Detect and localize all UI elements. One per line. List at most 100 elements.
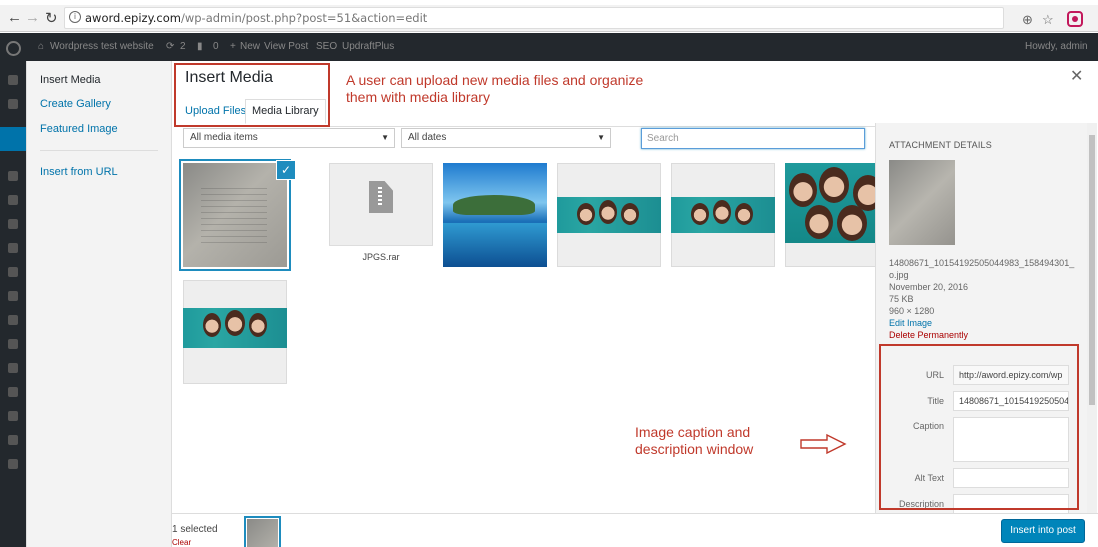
- settings-icon[interactable]: [8, 315, 18, 325]
- checkmark-icon[interactable]: ✓: [277, 161, 295, 179]
- menu-insert-media[interactable]: Insert Media: [40, 74, 101, 86]
- photo-face: [203, 313, 221, 337]
- menu-insert-from-url[interactable]: Insert from URL: [40, 166, 118, 178]
- media-type-filter-value: All media items: [190, 132, 258, 143]
- posts-icon[interactable]: [8, 99, 18, 109]
- collapse-menu-icon[interactable]: [8, 363, 18, 373]
- media-frame-menu: Insert Media Create Gallery Featured Ima…: [27, 61, 172, 547]
- photo-face: [225, 310, 245, 336]
- seo-menu-icon[interactable]: [8, 339, 18, 349]
- new-plus-icon[interactable]: +: [230, 41, 236, 52]
- attachment-thumbnail: [443, 163, 547, 267]
- url-path: /wp-admin/post.php?post=51&action=edit: [180, 11, 428, 25]
- comments-count[interactable]: 0: [213, 41, 219, 52]
- bookmark-star-icon[interactable]: ☆: [1042, 12, 1054, 28]
- back-icon[interactable]: ←: [7, 9, 22, 26]
- plugins-icon[interactable]: [8, 243, 18, 253]
- menu-featured-image[interactable]: Featured Image: [40, 123, 118, 135]
- wordpress-logo-icon[interactable]: [6, 41, 21, 56]
- updates-icon[interactable]: ⟳: [166, 41, 174, 52]
- photo-face: [599, 200, 617, 224]
- sidebar-scrollbar[interactable]: [1087, 123, 1097, 513]
- pages-icon[interactable]: [8, 171, 18, 181]
- chevron-down-icon: ▼: [381, 133, 389, 142]
- date-filter[interactable]: All dates ▼: [401, 128, 611, 148]
- view-post-link[interactable]: View Post: [264, 41, 308, 52]
- media-modal: Insert Media Create Gallery Featured Ima…: [26, 61, 1098, 547]
- menu-separator: [40, 150, 158, 151]
- photo-face: [577, 203, 595, 225]
- photo-face: [735, 203, 753, 225]
- clear-selection-link[interactable]: Clear: [172, 538, 191, 547]
- forward-icon[interactable]: →: [25, 9, 40, 26]
- chevron-down-icon: ▼: [597, 133, 605, 142]
- scrollbar-thumb[interactable]: [1089, 135, 1095, 405]
- photo-face: [789, 173, 817, 207]
- attachment-details-thumbnail: [889, 160, 955, 245]
- insert-into-post-button[interactable]: Insert into post: [1001, 519, 1085, 543]
- reload-icon[interactable]: ↻: [45, 9, 58, 27]
- updraft-menu-icon[interactable]: [8, 387, 18, 397]
- extension-icon[interactable]: [1067, 11, 1083, 27]
- photo-face: [713, 200, 731, 224]
- dashboard-icon[interactable]: [8, 75, 18, 85]
- seo-link[interactable]: SEO: [316, 41, 337, 52]
- attachment-5[interactable]: [671, 163, 775, 267]
- menu-create-gallery[interactable]: Create Gallery: [40, 98, 111, 110]
- photo-face: [691, 203, 709, 225]
- address-bar[interactable]: i aword.epizy.com/wp-admin/post.php?post…: [64, 7, 1004, 29]
- site-name-link[interactable]: Wordpress test website: [50, 41, 154, 52]
- selection-count: 1 selected: [172, 524, 218, 535]
- tools-icon[interactable]: [8, 291, 18, 301]
- new-link[interactable]: New: [240, 41, 260, 52]
- close-icon[interactable]: ✕: [1070, 66, 1083, 86]
- delete-permanently-link[interactable]: Delete Permanently: [889, 330, 968, 340]
- selected-thumbnail[interactable]: [247, 519, 278, 547]
- attachment-6[interactable]: [785, 163, 889, 267]
- home-icon: ⌂: [38, 41, 45, 52]
- annotation-upload-line2: them with media library: [346, 89, 490, 105]
- updates-count[interactable]: 2: [180, 41, 186, 52]
- media-type-filter[interactable]: All media items ▼: [183, 128, 395, 148]
- attachment-filename: JPGS.rar: [329, 245, 433, 267]
- info-icon[interactable]: i: [69, 11, 81, 23]
- appearance-icon[interactable]: [8, 219, 18, 229]
- attachment-1[interactable]: [183, 163, 287, 267]
- url-host: aword.epizy.com: [85, 11, 181, 25]
- photo-face: [249, 313, 267, 337]
- attachment-thumbnail: [183, 163, 287, 267]
- details-filename-line2: o.jpg: [889, 270, 909, 280]
- photo-face: [805, 205, 833, 239]
- attachment-7[interactable]: [183, 280, 287, 384]
- media-menu-active[interactable]: [0, 127, 26, 151]
- annotation-box-tabs: [174, 63, 330, 127]
- details-size: 75 KB: [889, 294, 914, 304]
- attachment-2[interactable]: JPGS.rar: [329, 163, 433, 267]
- archive-file-icon: [369, 181, 393, 213]
- extra-menu-icon[interactable]: [8, 411, 18, 421]
- attachment-4[interactable]: [557, 163, 661, 267]
- media-toolbar-bottom: 1 selected Clear Insert into post: [172, 513, 1098, 547]
- comments-menu-icon[interactable]: [8, 195, 18, 205]
- annotation-caption-line1: Image caption and: [635, 424, 751, 440]
- photo-face: [837, 205, 867, 241]
- date-filter-value: All dates: [408, 132, 447, 143]
- edit-image-link[interactable]: Edit Image: [889, 318, 932, 328]
- attachment-3[interactable]: [443, 163, 547, 267]
- photo-face: [621, 203, 639, 225]
- updraftplus-link[interactable]: UpdraftPlus: [342, 41, 394, 52]
- annotation-caption-text: Image caption and description window: [635, 424, 753, 458]
- photo-face: [819, 167, 849, 203]
- extra-menu-icon-3[interactable]: [8, 459, 18, 469]
- details-filename-line1: 14808671_10154192505044983_158494301_: [889, 258, 1075, 268]
- users-icon[interactable]: [8, 267, 18, 277]
- comments-icon[interactable]: ▮: [197, 41, 203, 52]
- zoom-icon[interactable]: ⊕: [1022, 12, 1033, 28]
- annotation-upload-line1: A user can upload new media files and or…: [346, 72, 644, 88]
- search-input[interactable]: Search: [641, 128, 865, 149]
- annotation-caption-line2: description window: [635, 441, 754, 457]
- howdy-user[interactable]: Howdy, admin: [1025, 41, 1088, 52]
- annotation-upload-text: A user can upload new media files and or…: [346, 72, 643, 106]
- arrow-right-icon: [800, 433, 847, 455]
- extra-menu-icon-2[interactable]: [8, 435, 18, 445]
